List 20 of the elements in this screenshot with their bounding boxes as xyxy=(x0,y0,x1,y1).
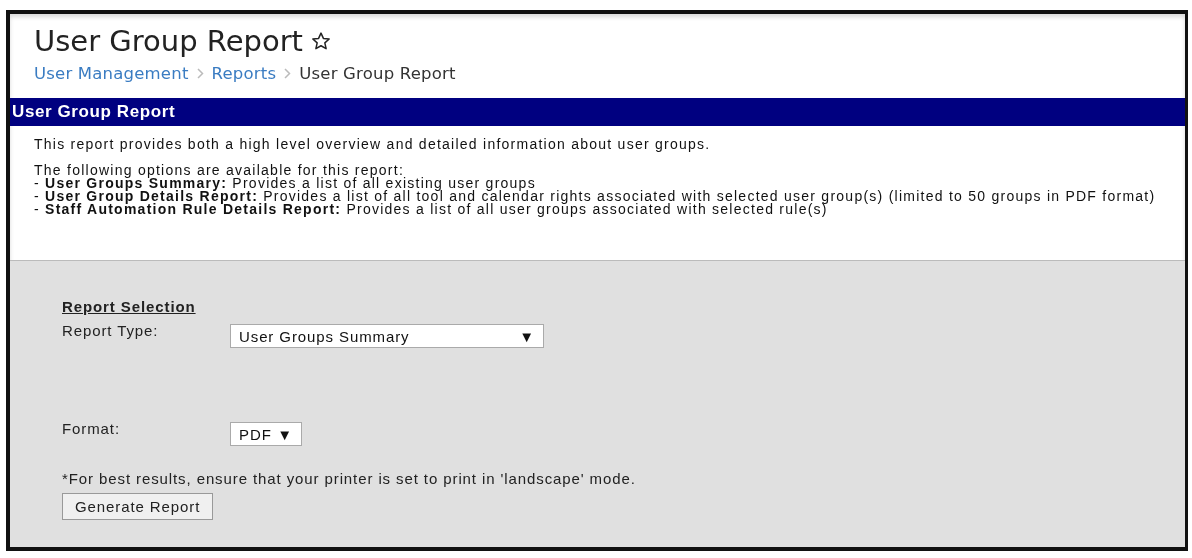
chevron-icon xyxy=(196,68,204,79)
generate-report-button[interactable]: Generate Report xyxy=(62,493,214,520)
breadcrumb-text: User Group Report xyxy=(299,64,456,83)
form-heading: Report Selection xyxy=(62,298,197,315)
intro-text: This report provides both a high level overview and detailed information about user groups. xyxy=(34,138,712,151)
section-header: User Group Report xyxy=(10,98,1185,126)
page-title: User Group Report xyxy=(34,24,303,58)
format-select[interactable]: PDF ▼ xyxy=(230,422,302,446)
breadcrumb-link[interactable]: User Management xyxy=(34,64,189,83)
options-heading: The following options are available for this report: xyxy=(34,164,405,177)
option-description: - Staff Automation Rule Details Report: Provides a list of all user groups associated with selected rule(s) xyxy=(34,203,828,216)
field-label: Report Type: xyxy=(62,322,160,339)
star-icon[interactable] xyxy=(310,31,331,51)
breadcrumb-link[interactable]: Reports xyxy=(211,64,277,83)
chevron-icon xyxy=(284,68,292,79)
field-label: Format: xyxy=(62,420,121,437)
option-description: - User Group Details Report: Provides a list of all tool and calendar rights associated with selected user group(s) (limited to 50 groups in PDF format) xyxy=(34,190,1157,203)
report-type-select[interactable]: User Groups Summary ▼ xyxy=(230,324,544,348)
option-description: - User Groups Summary: Provides a list of all existing user groups xyxy=(34,177,536,190)
print-note: *For best results, ensure that your printer is set to print in 'landscape' mode. xyxy=(62,470,637,487)
